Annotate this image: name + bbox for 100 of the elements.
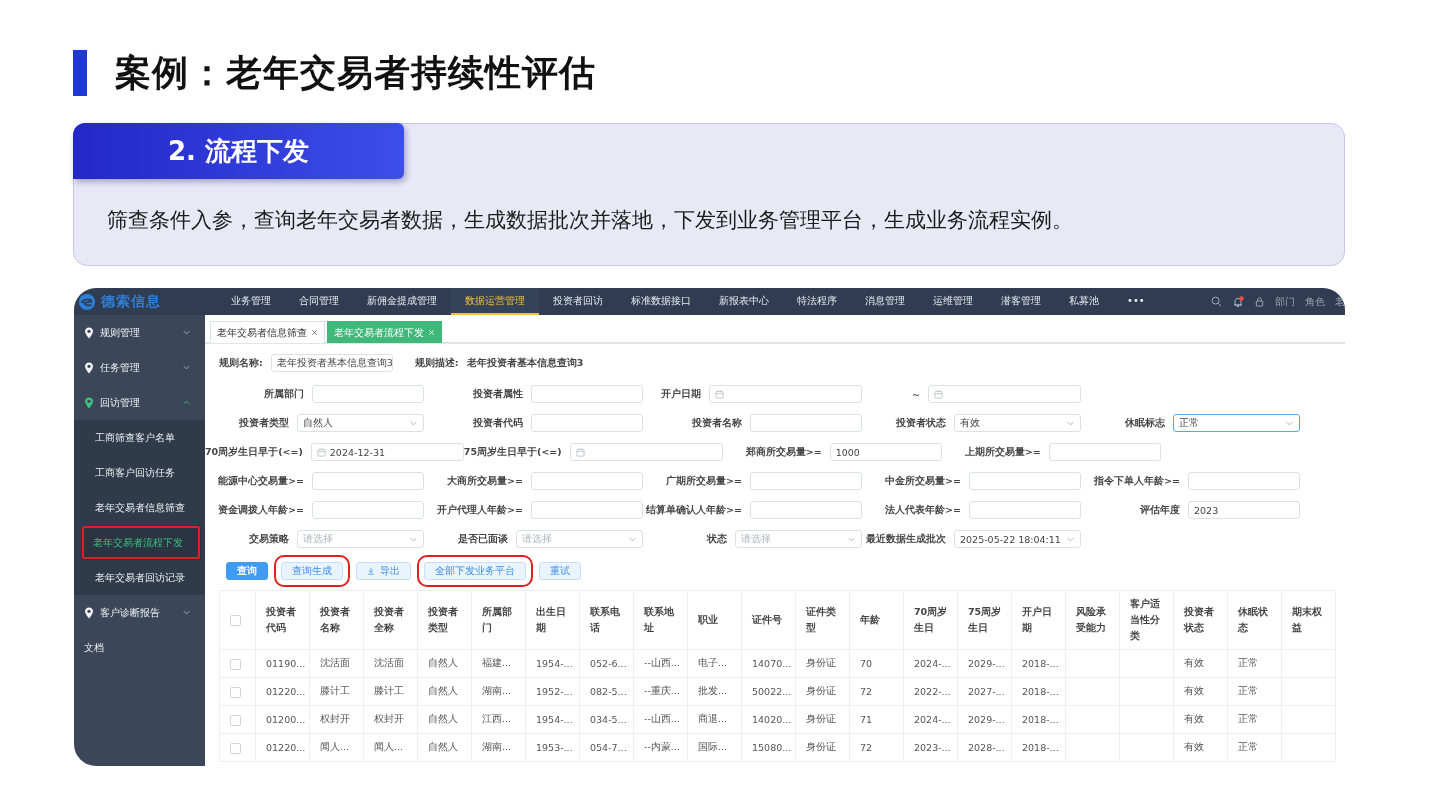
field-label: 最近数据生成批次 [865,532,946,546]
input-field[interactable]: 2023 [1188,501,1300,519]
field-label: 法人代表年龄>= [884,503,961,517]
column-header: 投资者类型 [417,590,472,650]
checkbox[interactable] [230,658,241,670]
sidebar-item[interactable]: 文档 [74,630,205,665]
input-field[interactable] [750,501,862,519]
sidebar-subitem[interactable]: 工商客户回访任务 [74,455,205,490]
slide-title: 案例：老年交易者持续性评估 [115,50,596,95]
checkbox[interactable] [230,615,241,626]
column-header: 客户适当性分类 [1119,590,1174,650]
input-field[interactable] [1188,472,1300,490]
header-link[interactable]: 角色 [1305,294,1325,309]
table-cell: 052-6... [579,649,634,678]
location-pin-icon [84,606,94,619]
sidebar-item[interactable]: 规则管理 [74,315,205,350]
column-header: 风险承受能力 [1065,590,1120,650]
sidebar-item[interactable]: 回访管理 [74,385,205,420]
table-cell: 沈活面 [363,649,418,678]
column-header: 70周岁生日 [903,590,958,650]
field-label: 资金调拨人年龄>= [217,503,304,517]
table-cell: 有效 [1173,649,1228,678]
select-field[interactable]: 老年投资者基本信息查询3 [270,354,393,372]
table-cell: --山西... [633,705,688,734]
location-pin-icon [84,326,94,339]
sidebar-subitem[interactable]: 老年交易者回访记录 [74,560,205,595]
nav-item[interactable]: 私募池 [1055,288,1113,315]
field-label: 投资者属性 [472,387,523,401]
sidebar-item[interactable]: 任务管理 [74,350,205,385]
header-link[interactable]: 部门 [1275,294,1295,309]
checkbox[interactable] [230,686,241,698]
table-cell: 电子... [687,649,742,678]
nav-item[interactable]: 潜客管理 [987,288,1055,315]
input-field[interactable] [531,501,643,519]
field-label: 开户代理人年龄>= [436,503,523,517]
nav-item[interactable]: 新佣金提成管理 [353,288,451,315]
field-label: 中金所交易量>= [884,474,961,488]
nav-item[interactable]: 运维管理 [919,288,987,315]
input-field[interactable] [969,501,1081,519]
input-field[interactable] [750,472,862,490]
calendar-icon [715,389,724,399]
nav-item[interactable]: 标准数据接口 [617,288,705,315]
date-field[interactable] [569,443,723,461]
table-cell: 2029-... [957,649,1012,678]
table-cell: --重庆... [633,677,688,706]
sidebar-item[interactable]: 客户诊断报告 [74,595,205,630]
nav-item[interactable]: ••• [1113,288,1159,315]
nav-item[interactable]: 特法程序 [783,288,851,315]
table-cell: 082-5... [579,677,634,706]
sidebar-subitem[interactable]: 老年交易者信息筛查 [74,490,205,525]
select-field[interactable]: 有效 [954,414,1081,432]
input-field[interactable] [312,472,424,490]
input-field[interactable] [312,385,424,403]
field-label: 规则名称: [219,356,263,370]
header-link[interactable]: 老 [1335,294,1345,309]
input-field[interactable] [531,385,643,403]
table-cell: 权封开 [363,705,418,734]
table-cell: 滕计工 [363,677,418,706]
date-field[interactable]: 2024-12-31 [310,443,464,461]
table-cell: 自然人 [417,677,472,706]
input-field[interactable] [312,501,424,519]
table-cell: 湖南... [471,733,526,762]
input-field[interactable] [531,472,643,490]
field-label: 休眠标志 [1124,416,1165,430]
sidebar-subitem[interactable]: 老年交易者流程下发 [81,525,201,560]
nav-item[interactable]: 业务管理 [217,288,285,315]
checkbox[interactable] [230,714,241,726]
field-label: 状态 [705,532,727,546]
field-label: 郑商所交易量>= [744,445,822,459]
field-label: 结算单确认人年龄>= [645,503,742,517]
input-field[interactable]: 1000 [829,443,942,461]
table-cell: 2029-... [957,705,1012,734]
nav-item[interactable]: 投资者回访 [539,288,617,315]
table-cell: 2023-... [903,733,958,762]
field-label: 投资者名称 [691,416,742,430]
nav-item[interactable]: 数据运营管理 [451,288,539,315]
field-label: 上期所交易量>= [963,445,1041,459]
input-field[interactable] [969,472,1081,490]
table-cell: 正常 [1227,705,1282,734]
field-label: 投资者类型 [238,416,289,430]
field-label: 投资者代码 [472,416,523,430]
select-field[interactable]: 自然人 [297,414,424,432]
input-field[interactable] [1048,443,1161,461]
nav-item[interactable]: 合同管理 [285,288,353,315]
field-label: 交易策略 [248,532,289,546]
tab[interactable]: 老年交易者信息筛查 [210,321,325,343]
checkbox[interactable] [230,742,241,754]
nav-item[interactable]: 消息管理 [851,288,919,315]
nav-item[interactable]: 新报表中心 [705,288,783,315]
table-cell: 闻人... [309,733,364,762]
date-field[interactable] [928,385,1081,403]
sidebar-subitem[interactable]: 工商筛查客户名单 [74,420,205,455]
date-field[interactable] [709,385,862,403]
table-cell: 054-7... [579,733,634,762]
select-field[interactable]: 2025-05-22 18:04:11 [954,530,1081,548]
table-cell: 71 [849,705,904,734]
select-field[interactable]: 正常 [1173,414,1300,432]
input-field[interactable] [531,414,643,432]
table-cell: 自然人 [417,649,472,678]
input-field[interactable] [750,414,862,432]
